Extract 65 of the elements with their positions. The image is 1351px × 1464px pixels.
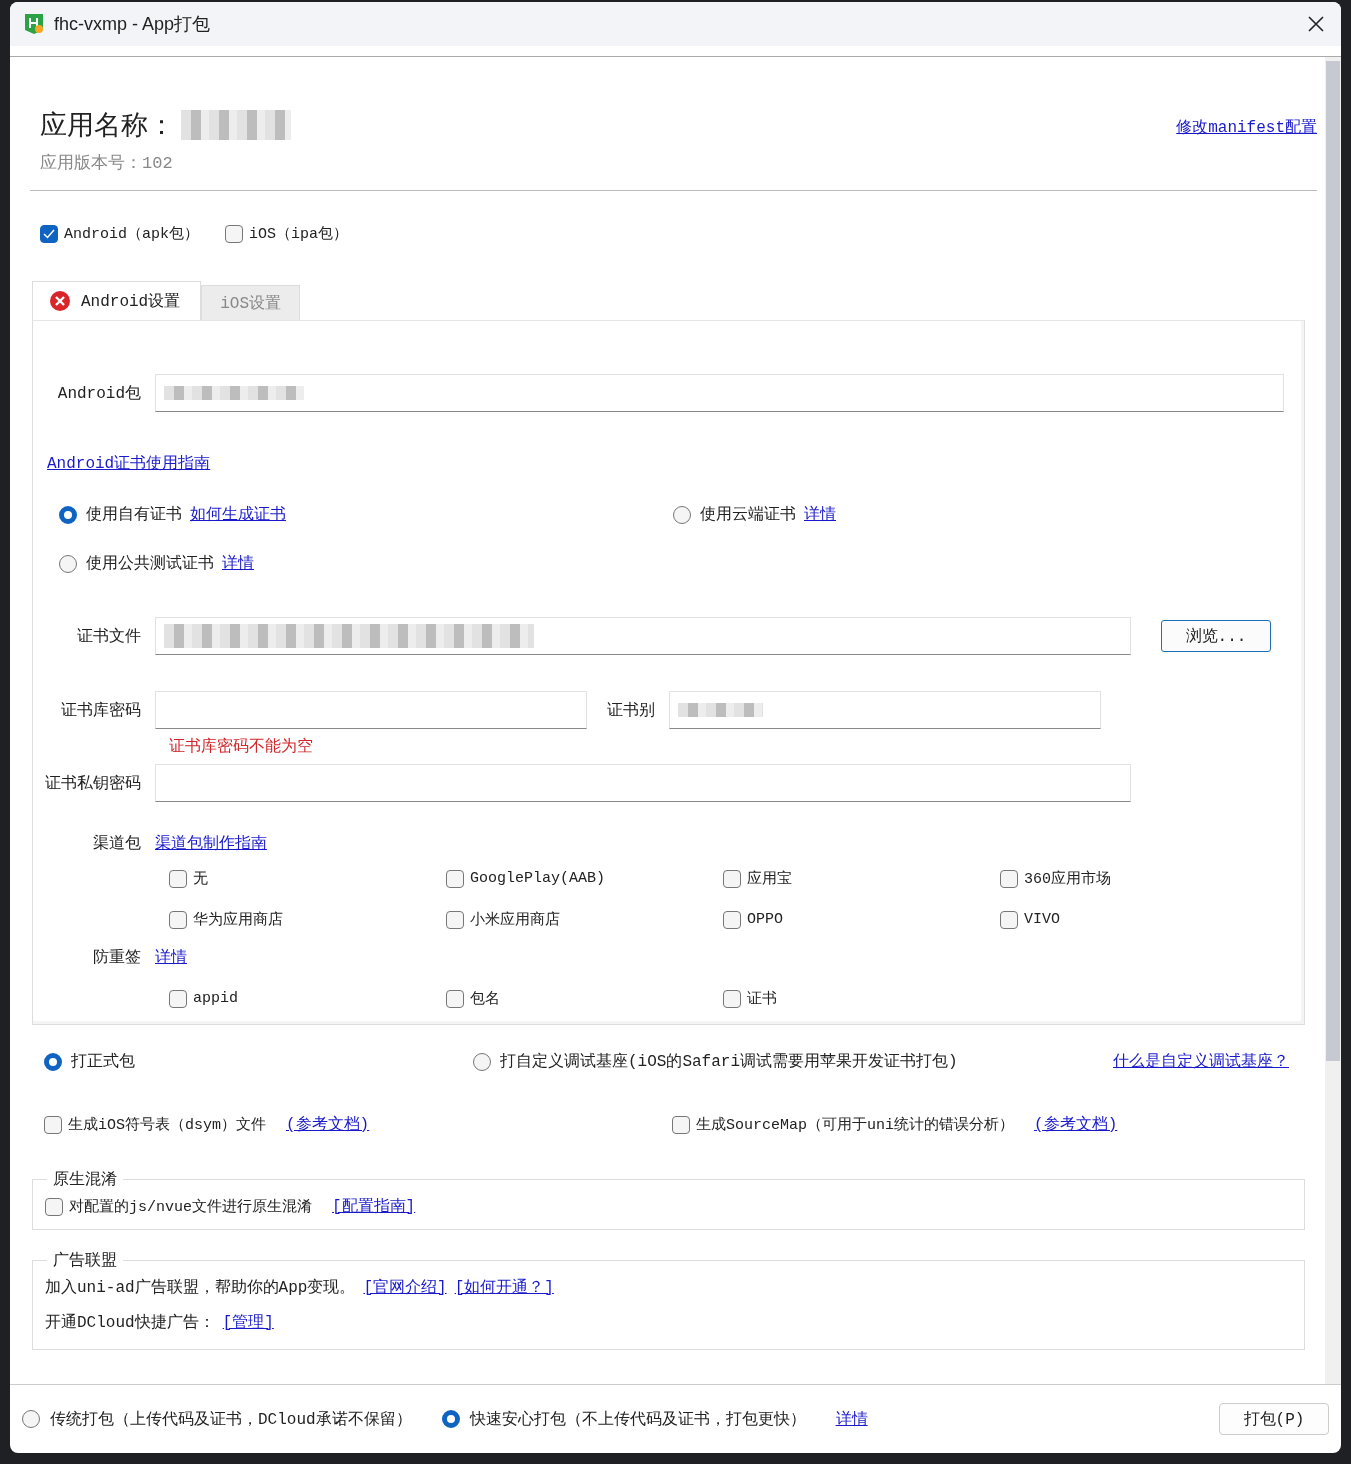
anti-resign-checkbox[interactable]: 证书 <box>723 989 1000 1008</box>
channels-label: 渠道包 <box>92 833 141 854</box>
channel-checkbox[interactable]: OPPO <box>723 910 1000 929</box>
ad-link[interactable]: [如何开通？] <box>454 1277 554 1298</box>
pack-mode-radio[interactable]: 快速安心打包（不上传代码及证书，打包更快） <box>441 1408 806 1430</box>
channel-checkbox[interactable]: 华为应用商店 <box>169 910 446 929</box>
build-type-radio[interactable]: 打自定义调试基座(iOS的Safari调试需要用苹果开发证书打包) <box>473 1051 958 1072</box>
alias-label: 证书别 <box>607 700 655 721</box>
group-legend: 广告联盟 <box>47 1250 123 1271</box>
details-link[interactable]: 详情 <box>804 504 836 525</box>
browse-button[interactable]: 浏览... <box>1161 620 1271 652</box>
app-logo-icon <box>24 13 44 35</box>
package-name-field[interactable] <box>155 374 1284 412</box>
cert-radio[interactable]: 使用云端证书 <box>673 504 796 525</box>
keystore-password-field[interactable] <box>155 691 587 729</box>
cert-radio[interactable]: 使用自有证书 <box>59 504 182 525</box>
docs-link[interactable]: (参考文档) <box>286 1114 370 1135</box>
channel-checkbox[interactable]: 无 <box>169 869 446 888</box>
pack-button[interactable]: 打包(P) <box>1219 1403 1329 1435</box>
key-password-label: 证书私钥密码 <box>44 773 141 794</box>
alias-field[interactable] <box>669 691 1101 729</box>
key-password-field[interactable] <box>155 764 1131 802</box>
error-message: 证书库密码不能为空 <box>169 736 314 757</box>
channel-checkbox[interactable]: 360应用市场 <box>1000 869 1277 888</box>
config-guide-link[interactable]: [配置指南] <box>332 1196 416 1217</box>
manifest-link[interactable]: 修改manifest配置 <box>1176 117 1317 138</box>
scrollbar[interactable] <box>1325 57 1341 1384</box>
error-icon <box>49 290 71 312</box>
platform-checkbox[interactable]: Android（apk包） <box>40 224 199 243</box>
close-icon <box>1307 15 1325 33</box>
obfuscation-checkbox[interactable]: 对配置的js/nvue文件进行原生混淆 <box>45 1197 312 1216</box>
channel-checkbox[interactable]: 小米应用商店 <box>446 910 723 929</box>
channel-checkbox[interactable]: VIVO <box>1000 910 1277 929</box>
channel-checkbox[interactable]: 应用宝 <box>723 869 1000 888</box>
channel-guide-link[interactable]: 渠道包制作指南 <box>155 832 267 854</box>
quick-ad-text: 开通DCloud快捷广告： <box>45 1312 215 1333</box>
package-name-label: Android包 <box>56 383 141 404</box>
app-name-label: 应用名称： <box>40 110 175 143</box>
ad-link[interactable]: [官网介绍] <box>363 1277 447 1298</box>
ad-description: 加入uni-ad广告联盟，帮助你的App变现。 <box>45 1277 356 1298</box>
details-link[interactable]: 详情 <box>835 1408 868 1430</box>
cert-guide-link[interactable]: Android证书使用指南 <box>47 453 211 474</box>
cert-file-field[interactable] <box>155 617 1131 655</box>
debug-base-help-link[interactable]: 什么是自定义调试基座？ <box>1113 1051 1289 1072</box>
version-text: 应用版本号：102 <box>40 152 174 174</box>
cert-radio[interactable]: 使用公共测试证书 <box>59 553 214 574</box>
keystore-password-label: 证书库密码 <box>60 700 141 721</box>
build-type-radio[interactable]: 打正式包 <box>44 1051 135 1072</box>
anti-resign-label: 防重签 <box>92 947 141 968</box>
option-checkbox[interactable]: 生成iOS符号表（dsym）文件 <box>44 1115 266 1134</box>
manage-link[interactable]: [管理] <box>222 1312 274 1333</box>
cert-file-label: 证书文件 <box>76 626 141 647</box>
anti-resign-checkbox[interactable]: appid <box>169 989 446 1008</box>
check-icon <box>43 228 55 239</box>
details-link[interactable]: 详情 <box>155 946 187 968</box>
platform-checkbox[interactable]: iOS（ipa包） <box>225 224 349 243</box>
anti-resign-checkbox[interactable]: 包名 <box>446 989 723 1008</box>
docs-link[interactable]: (参考文档) <box>1034 1114 1118 1135</box>
tab[interactable]: Android设置 <box>32 281 202 320</box>
option-checkbox[interactable]: 生成SourceMap（可用于uni统计的错误分析） <box>672 1115 1015 1134</box>
details-link[interactable]: 详情 <box>222 553 254 574</box>
channel-checkbox[interactable]: GooglePlay(AAB) <box>446 869 723 888</box>
details-link[interactable]: 如何生成证书 <box>190 504 286 525</box>
window-title: fhc-vxmp - App打包 <box>54 13 211 36</box>
pack-mode-radio[interactable]: 传统打包（上传代码及证书，DCloud承诺不保留） <box>22 1408 412 1430</box>
